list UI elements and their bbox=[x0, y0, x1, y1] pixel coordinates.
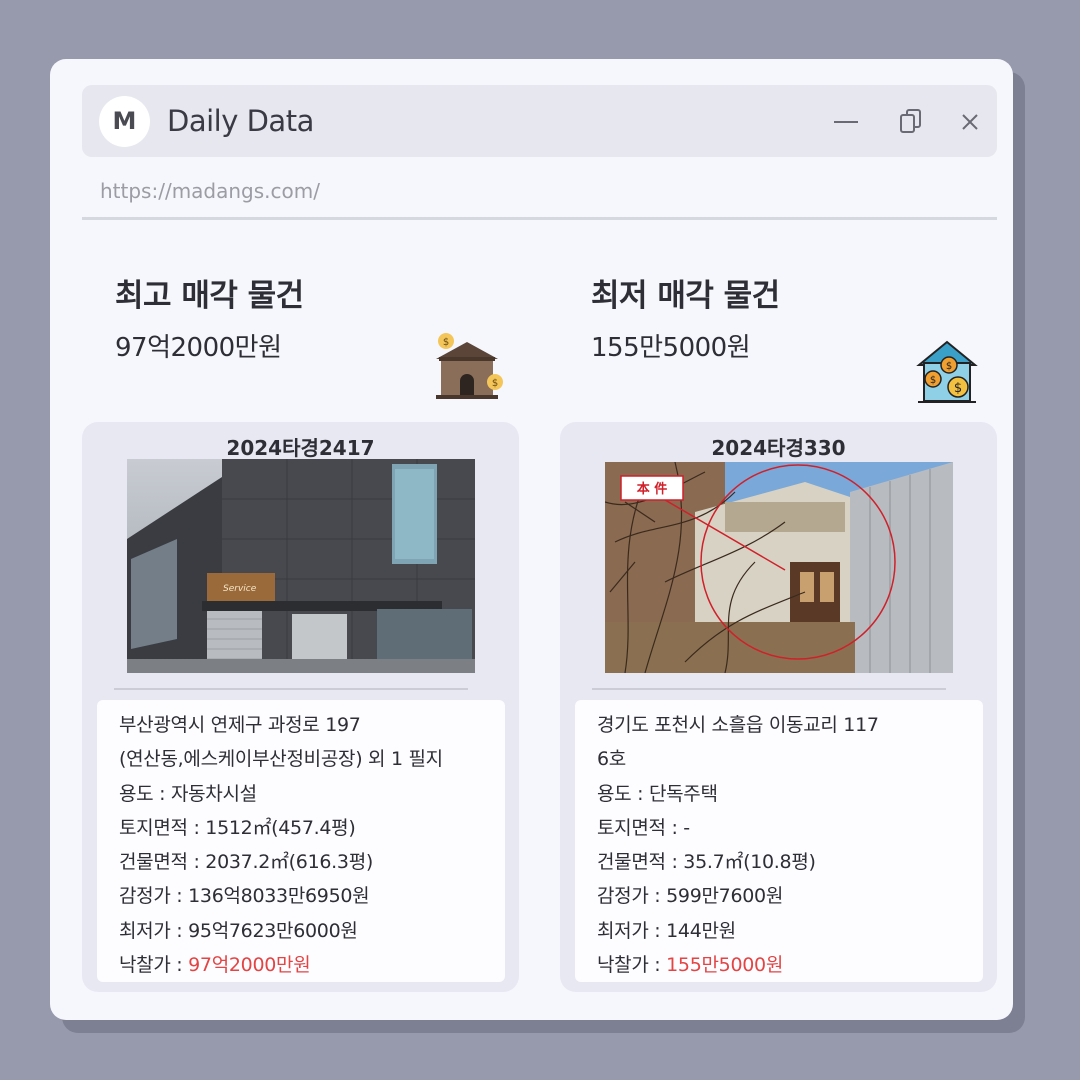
svg-text:$: $ bbox=[954, 381, 962, 396]
card-divider bbox=[114, 688, 468, 690]
usage: 용도 : 단독주택 bbox=[597, 782, 718, 805]
address-line-1: 부산광역시 연제구 과정로 197 bbox=[119, 714, 361, 736]
winning-bid-label: 낙찰가 : bbox=[119, 954, 189, 977]
property-info: 경기도 포천시 소흘읍 이동교리 117 6호 용도 : 단독주택 토지면적 :… bbox=[575, 700, 983, 982]
appraisal-price: 감정가 : 599만7600원 bbox=[597, 885, 783, 908]
minimize-button[interactable] bbox=[830, 105, 864, 139]
app-window: M Daily Data https://madangs.com/ 최고 매각 … bbox=[50, 59, 1013, 1020]
close-icon bbox=[962, 114, 978, 130]
avatar[interactable]: M bbox=[99, 96, 150, 147]
building-photo-image: Service bbox=[127, 459, 475, 673]
minimum-price: 최저가 : 144만원 bbox=[597, 919, 736, 942]
address-line-1: 경기도 포천시 소흘읍 이동교리 117 bbox=[597, 714, 879, 736]
winning-bid-value: 97억2000만원 bbox=[188, 954, 311, 977]
winning-bid-label: 낙찰가 : bbox=[597, 954, 667, 977]
app-title: Daily Data bbox=[167, 104, 314, 138]
svg-text:$: $ bbox=[443, 337, 449, 348]
house-photo-image: 本 件 bbox=[605, 462, 953, 673]
property-card-highest[interactable]: 2024타경2417 Service 부산광역시 연제구 과정로 197 (연산… bbox=[82, 422, 519, 992]
house-coins-icon: $ $ $ bbox=[916, 340, 978, 403]
copy-icon bbox=[900, 109, 921, 133]
property-photo: 本 件 bbox=[605, 462, 953, 673]
usage: 용도 : 자동차시설 bbox=[119, 782, 257, 805]
url-bar[interactable]: https://madangs.com/ bbox=[100, 179, 320, 203]
card-divider bbox=[592, 688, 946, 690]
copy-button[interactable] bbox=[894, 105, 928, 139]
property-info: 부산광역시 연제구 과정로 197 (연산동,에스케이부산정비공장) 외 1 필… bbox=[97, 700, 505, 982]
building-area: 건물면적 : 2037.2㎡(616.3평) bbox=[119, 851, 373, 874]
svg-text:$: $ bbox=[930, 375, 936, 386]
title-bar: M Daily Data bbox=[82, 85, 997, 157]
address-line-2: 6호 bbox=[597, 748, 626, 771]
highest-sale-heading: 최고 매각 물건 bbox=[115, 278, 304, 314]
winning-bid: 낙찰가 : 155만5000원 bbox=[597, 948, 983, 982]
building-area: 건물면적 : 35.7㎡(10.8평) bbox=[597, 851, 816, 874]
land-area: 토지면적 : 1512㎡(457.4평) bbox=[119, 816, 356, 839]
highest-sale-price: 97억2000만원 bbox=[115, 333, 282, 363]
case-number: 2024타경330 bbox=[711, 436, 846, 460]
case-number: 2024타경2417 bbox=[226, 436, 375, 460]
property-card-lowest[interactable]: 2024타경330 本 件 경기도 포천시 소흘읍 이동교리 117 6호 용도… bbox=[560, 422, 997, 992]
lowest-sale-price: 155만5000원 bbox=[591, 333, 751, 363]
svg-text:$: $ bbox=[946, 361, 952, 372]
photo-tag-text: 本 件 bbox=[637, 481, 668, 497]
lowest-sale-heading: 최저 매각 물건 bbox=[591, 278, 780, 314]
winning-bid-value: 155만5000원 bbox=[666, 954, 784, 977]
address-line-2: (연산동,에스케이부산정비공장) 외 1 필지 bbox=[119, 748, 443, 771]
appraisal-price: 감정가 : 136억8033만6950원 bbox=[119, 885, 370, 908]
building-sign-text: Service bbox=[223, 584, 257, 594]
minimize-icon bbox=[834, 121, 858, 123]
winning-bid: 낙찰가 : 97억2000만원 bbox=[119, 948, 505, 982]
property-photo: Service bbox=[127, 459, 475, 673]
header-divider bbox=[82, 217, 997, 220]
house-money-icon: $ $ bbox=[436, 333, 503, 399]
land-area: 토지면적 : - bbox=[597, 816, 690, 839]
svg-text:$: $ bbox=[492, 378, 498, 389]
minimum-price: 최저가 : 95억7623만6000원 bbox=[119, 919, 358, 942]
close-button[interactable] bbox=[954, 105, 988, 139]
